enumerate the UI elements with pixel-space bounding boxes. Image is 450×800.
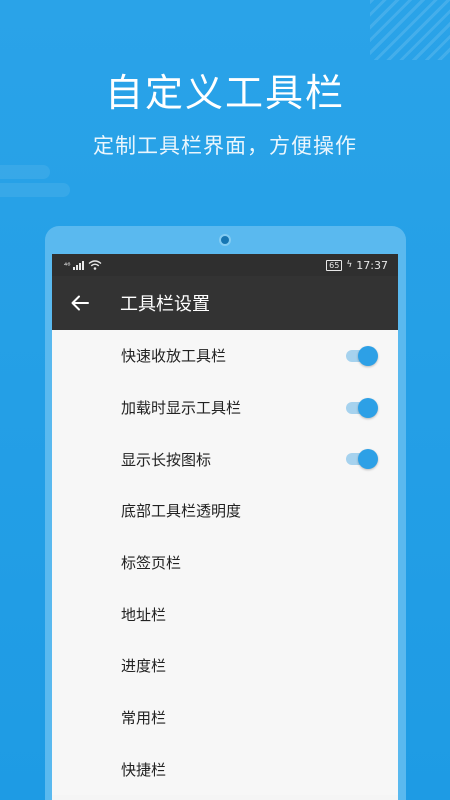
battery-icon: 65	[326, 259, 343, 271]
back-button[interactable]	[52, 276, 108, 330]
setting-label: 加载时显示工具栏	[121, 399, 242, 418]
setting-label: 地址栏	[121, 605, 167, 624]
setting-row-show-toolbar-on-load[interactable]: 加载时显示工具栏	[52, 382, 398, 434]
charging-icon: ϟ	[346, 260, 353, 270]
setting-label: 进度栏	[121, 657, 167, 676]
setting-row-common-bar[interactable]: 常用栏	[52, 692, 398, 744]
phone-frame: ⁴⁶ 65 ϟ 17:37 工具栏设置 快速收放工具栏 加载时显示工具栏 显示长…	[45, 226, 406, 800]
setting-row-quick-toggle-toolbar[interactable]: 快速收放工具栏	[52, 330, 398, 382]
setting-row-tab-bar[interactable]: 标签页栏	[52, 537, 398, 589]
promo-subtitle: 定制工具栏界面，方便操作	[93, 134, 357, 158]
setting-row-bottom-toolbar-opacity[interactable]: 底部工具栏透明度	[52, 485, 398, 537]
signal-label: ⁴⁶	[64, 260, 71, 270]
setting-label: 常用栏	[121, 709, 167, 728]
show-toolbar-on-load-switch[interactable]	[346, 397, 378, 418]
promo-headline: 自定义工具栏	[104, 71, 345, 115]
setting-label: 快速收放工具栏	[121, 347, 227, 366]
wifi-icon	[88, 260, 102, 270]
camera-icon	[219, 234, 231, 246]
setting-label: 标签页栏	[121, 554, 182, 573]
show-long-press-icon-switch[interactable]	[346, 449, 378, 470]
quick-toggle-toolbar-switch[interactable]	[346, 345, 378, 366]
setting-row-show-long-press-icon[interactable]: 显示长按图标	[52, 433, 398, 485]
decorative-wave	[0, 165, 70, 199]
setting-row-address-bar[interactable]: 地址栏	[52, 588, 398, 640]
status-time: 17:37	[356, 258, 388, 272]
setting-row-progress-bar[interactable]: 进度栏	[52, 640, 398, 692]
page-title: 工具栏设置	[120, 294, 210, 315]
signal-icon	[73, 260, 85, 270]
decorative-stripes	[370, 0, 450, 60]
setting-label: 显示长按图标	[121, 450, 212, 469]
setting-label: 快捷栏	[121, 760, 167, 779]
setting-label: 底部工具栏透明度	[121, 502, 242, 521]
setting-row-shortcut-bar[interactable]: 快捷栏	[52, 744, 398, 796]
arrow-left-icon	[71, 295, 89, 311]
settings-list: 快速收放工具栏 加载时显示工具栏 显示长按图标 底部工具栏透明度 标签页栏 地址…	[52, 330, 398, 796]
phone-screen: ⁴⁶ 65 ϟ 17:37 工具栏设置 快速收放工具栏 加载时显示工具栏 显示长…	[52, 254, 398, 800]
app-bar: 工具栏设置	[52, 276, 398, 330]
status-bar: ⁴⁶ 65 ϟ 17:37	[52, 254, 398, 276]
